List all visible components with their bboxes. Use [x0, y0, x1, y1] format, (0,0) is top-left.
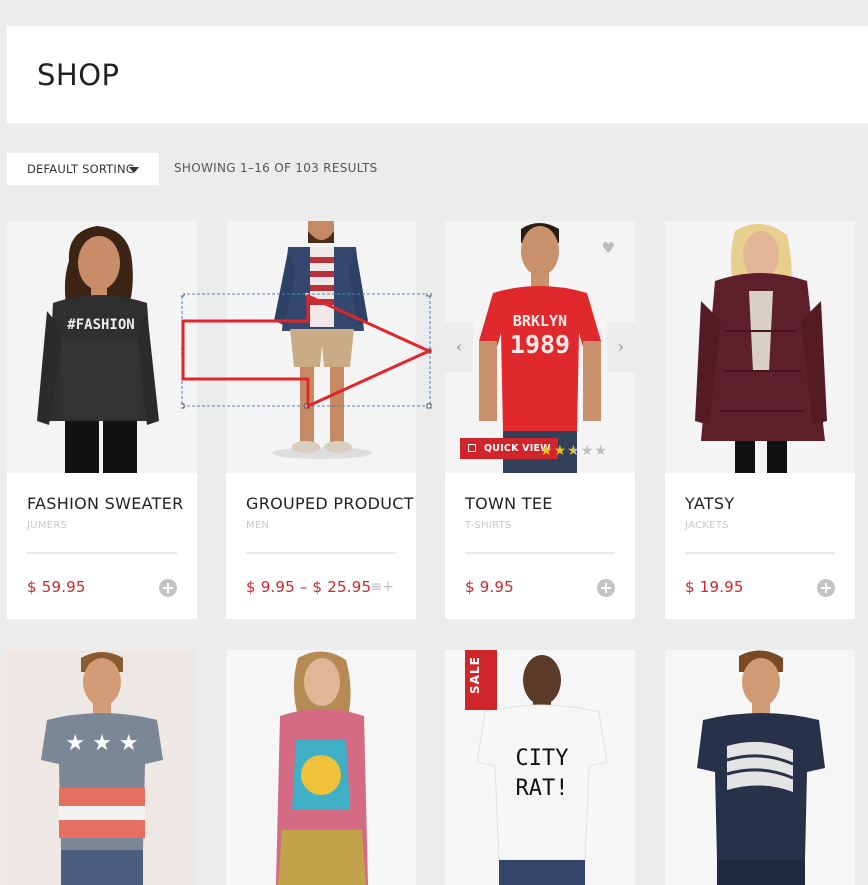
product-card[interactable]: ★ ★ ★ — [7, 650, 197, 885]
product-category[interactable]: JUMERS — [27, 520, 67, 531]
product-image[interactable]: ★ ★ ★ — [7, 650, 197, 885]
product-image[interactable] — [665, 650, 855, 885]
product-title[interactable]: FASHION SWEATER — [27, 494, 184, 513]
divider — [246, 552, 396, 554]
product-image[interactable]: CITY RAT! SALE — [445, 650, 635, 885]
svg-text:★ ★ ★: ★ ★ ★ — [65, 731, 138, 756]
product-title[interactable]: YATSY — [685, 494, 734, 513]
product-card[interactable]: GROUPED PRODUCT MEN $ 9.95 – $ 25.95 ≡+ — [226, 221, 416, 619]
results-count: SHOWING 1–16 OF 103 RESULTS — [174, 161, 378, 175]
product-category[interactable]: MEN — [246, 520, 269, 531]
sort-label: DEFAULT SORTING — [27, 162, 135, 176]
chevron-left-icon[interactable]: ‹ — [445, 322, 473, 372]
list-add-icon[interactable]: ≡+ — [371, 579, 394, 595]
star-icon: ★ — [540, 443, 554, 459]
plus-circle-icon[interactable] — [597, 579, 615, 597]
star-half-icon: ★ — [567, 443, 581, 459]
tee-print-bottom: RAT! — [516, 776, 569, 801]
product-card[interactable]: #FASHION FASHION SWEATER JUMERS $ 59.95 — [7, 221, 197, 619]
sort-dropdown[interactable]: DEFAULT SORTING — [7, 153, 159, 185]
product-title[interactable]: GROUPED PRODUCT — [246, 494, 414, 513]
page-title: SHOP — [37, 58, 120, 92]
product-image[interactable] — [226, 650, 416, 885]
divider — [465, 552, 615, 554]
quick-view-icon — [468, 444, 476, 452]
arrow-annotation — [181, 293, 433, 409]
caret-down-icon — [129, 167, 139, 173]
tee-print-bottom: 1989 — [510, 330, 570, 359]
product-card[interactable]: YATSY JACKETS $ 19.95 — [665, 221, 855, 619]
product-category[interactable]: T-SHIRTS — [465, 520, 512, 531]
plus-circle-icon[interactable] — [159, 579, 177, 597]
product-title[interactable]: TOWN TEE — [465, 494, 553, 513]
divider — [685, 552, 835, 554]
divider — [27, 552, 177, 554]
heart-icon[interactable]: ♥ — [602, 239, 615, 257]
chevron-right-icon[interactable]: › — [607, 322, 635, 372]
sale-badge-label: SALE — [468, 656, 482, 694]
product-price: $ 9.95 – $ 25.95 — [246, 578, 372, 596]
sale-badge: SALE — [465, 650, 497, 710]
product-image[interactable] — [665, 221, 855, 473]
product-card[interactable] — [226, 650, 416, 885]
product-price: $ 59.95 — [27, 578, 86, 596]
product-image[interactable]: #FASHION — [7, 221, 197, 473]
product-card[interactable] — [665, 650, 855, 885]
star-icon: ★ — [553, 443, 568, 459]
tee-print-top: BRKLYN — [513, 312, 567, 330]
product-card[interactable]: CITY RAT! SALE — [445, 650, 635, 885]
product-price: $ 19.95 — [685, 578, 744, 596]
product-category[interactable]: JACKETS — [685, 520, 729, 531]
page-header: SHOP — [7, 26, 868, 123]
product-card[interactable]: BRKLYN 1989 ♥ ‹ › QUICK VIEW ★★★★★ TOWN … — [445, 221, 635, 619]
sweater-print-text: #FASHION — [67, 317, 134, 333]
product-price: $ 9.95 — [465, 578, 514, 596]
tee-print-top: CITY — [516, 746, 569, 771]
product-image[interactable]: BRKLYN 1989 ♥ ‹ › QUICK VIEW ★★★★★ — [445, 221, 635, 473]
star-icon: ★ — [594, 443, 608, 459]
plus-circle-icon[interactable] — [817, 579, 835, 597]
star-rating: ★★★★★ — [540, 444, 608, 458]
star-icon: ★ — [580, 443, 595, 459]
